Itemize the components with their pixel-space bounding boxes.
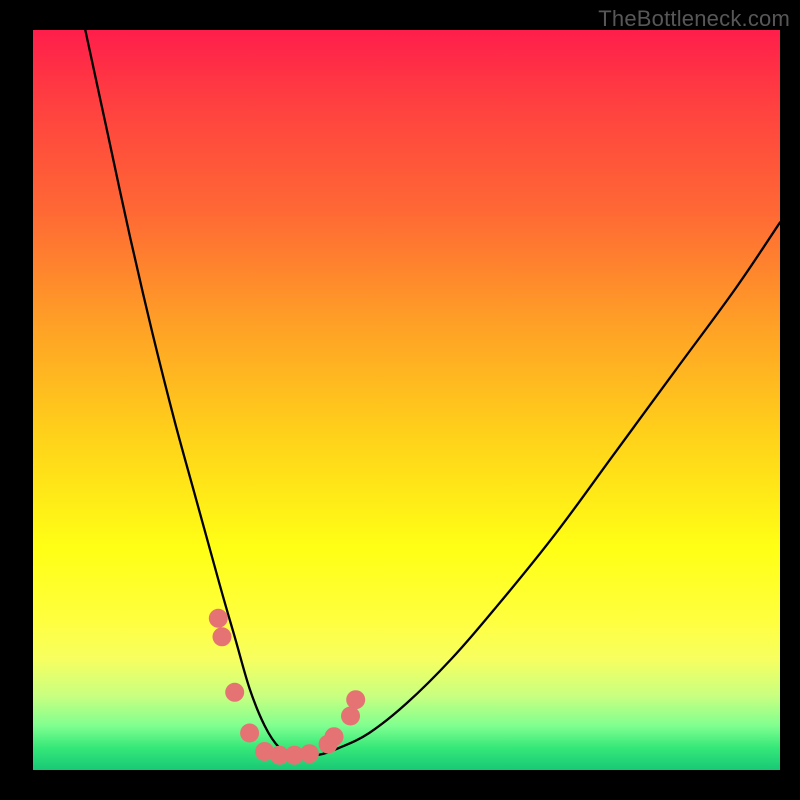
highlight-dot [240,724,259,743]
highlight-dot [341,707,360,726]
highlight-dot [325,727,344,746]
highlight-dot [213,627,232,646]
chart-frame: TheBottleneck.com [0,0,800,800]
highlight-dot [209,609,228,628]
bottleneck-curve-svg [33,30,780,770]
plot-area [33,30,780,770]
bottleneck-curve [85,30,780,756]
highlight-dot [300,744,319,763]
watermark-text: TheBottleneck.com [598,6,790,32]
highlight-dot [225,683,244,702]
highlight-dot [346,690,365,709]
